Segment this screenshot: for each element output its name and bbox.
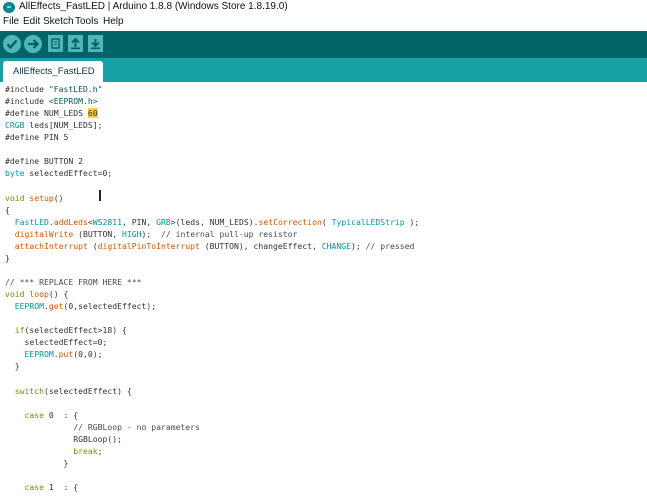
code-line: }: [5, 457, 69, 468]
code-line: case 0 : {: [24, 409, 79, 420]
open-button[interactable]: [68, 35, 83, 52]
arduino-logo-icon: ∞: [3, 2, 15, 13]
tab-label: AllEffects_FastLED: [13, 66, 95, 77]
code-line: #define BUTTON 2: [5, 156, 83, 167]
code-editor[interactable]: #include "FastLED.h" #include <EEPROM.h> #…: [0, 82, 647, 503]
code-line: void setup(): [5, 192, 64, 203]
toolbar: [0, 31, 647, 58]
upload-button[interactable]: [24, 35, 42, 53]
selection-highlight: 60: [87, 108, 98, 119]
tab-allEffects-fastled[interactable]: AllEffects_FastLED: [3, 61, 103, 82]
code-line: RGBLoop();: [5, 433, 122, 444]
code-line: case 1 : {: [24, 482, 79, 493]
new-button[interactable]: [48, 35, 63, 52]
save-button[interactable]: [88, 35, 103, 52]
code-line: EEPROM.put(0,0);: [24, 349, 103, 360]
code-line: #define PIN 5: [5, 132, 69, 143]
code-line: // RGBLoop - no parameters: [73, 421, 200, 432]
code-line: digitalWrite (BUTTON, HIGH); // internal…: [14, 228, 298, 239]
window-title: AllEffects_FastLED | Arduino 1.8.8 (Wind…: [19, 1, 288, 12]
code-line: break;: [73, 445, 103, 456]
code-line: FastLED.addLeds<WS2811, PIN, GRB>(leds, …: [14, 216, 420, 227]
save-icon: [91, 39, 100, 50]
upload-icon: [28, 39, 40, 49]
code-text[interactable]: #include "FastLED.h" #include <EEPROM.h> #…: [5, 83, 419, 493]
code-line: switch(selectedEffect) {: [14, 385, 132, 396]
verify-button[interactable]: [3, 35, 21, 53]
code-line: attachInterrupt (digitalPinToInterrupt (…: [14, 240, 415, 251]
code-line: // *** REPLACE FROM HERE ***: [5, 277, 142, 287]
verify-icon: [6, 39, 18, 50]
menu-file[interactable]: File: [3, 16, 19, 27]
code-line: #define NUM_LEDS 60: [5, 108, 98, 119]
tab-bar: AllEffects_FastLED: [0, 58, 647, 82]
menu-tools[interactable]: Tools: [75, 16, 98, 27]
code-line: if(selectedEffect>18) {: [14, 325, 127, 336]
code-line: byte selectedEffect=0;: [5, 168, 113, 179]
menu-bar: File Edit Sketch Tools Help: [0, 15, 647, 30]
code-line: void loop() {: [5, 289, 69, 300]
open-icon: [71, 37, 80, 50]
code-line: #include <EEPROM.h>: [5, 96, 98, 107]
code-line: CRGB leds[NUM_LEDS];: [5, 120, 103, 131]
code-line: }: [5, 361, 20, 372]
menu-edit[interactable]: Edit: [23, 16, 40, 27]
menu-help[interactable]: Help: [103, 16, 124, 27]
code-line: #include "FastLED.h": [5, 84, 103, 94]
code-line: selectedEffect=0;: [5, 337, 108, 348]
menu-sketch[interactable]: Sketch: [43, 16, 74, 27]
code-line: EEPROM.get(0,selectedEffect);: [14, 301, 157, 312]
code-line: }: [5, 252, 10, 263]
code-line: {: [5, 204, 10, 215]
title-bar: ∞ AllEffects_FastLED | Arduino 1.8.8 (Wi…: [0, 0, 647, 15]
new-icon: [51, 38, 60, 49]
text-cursor: [99, 190, 101, 201]
